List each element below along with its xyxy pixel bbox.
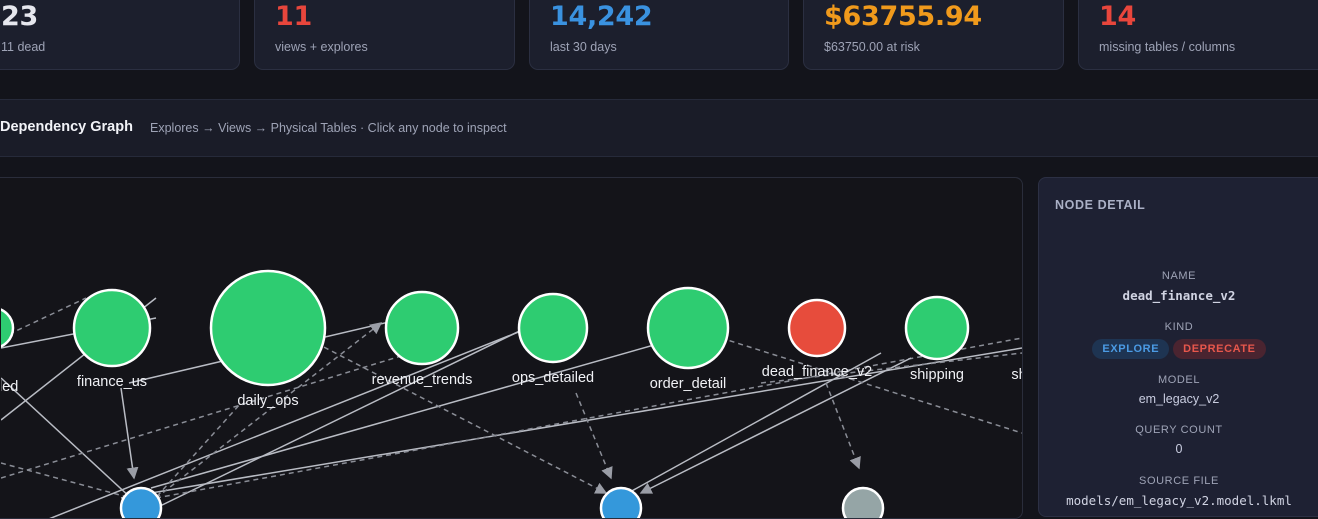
node-revenue-trends[interactable] [384, 290, 460, 366]
section-title: Dependency Graph [0, 119, 133, 135]
node-label: revenue_trends [372, 372, 473, 388]
node-partial-left[interactable] [1, 308, 15, 348]
field-source-file: SOURCE FILE models/em_legacy_v2.model.lk… [1039, 475, 1318, 508]
stat-value: 14 [1099, 1, 1136, 32]
field-value: models/em_legacy_v2.model.lkml [1066, 493, 1292, 508]
node-view-b[interactable] [599, 486, 643, 518]
graph-edge [155, 322, 537, 509]
field-value: dead_finance_v2 [1122, 288, 1236, 303]
kind-badges: EXPLORE DEPRECATE [1039, 339, 1318, 359]
stat-sub: last 30 days [550, 40, 617, 54]
field-value: em_legacy_v2 [1138, 392, 1220, 406]
field-label: SOURCE FILE [1139, 475, 1219, 487]
stat-value: $63755.94 [824, 1, 982, 32]
node-shipping[interactable] [904, 295, 970, 361]
node-label: finance_us [77, 374, 147, 390]
stat-value: 14,242 [550, 1, 653, 32]
stat-card-queries: 14,242 last 30 days [529, 0, 789, 70]
stat-card-broken: 14 missing tables / columns [1078, 0, 1318, 70]
stat-sub: views + explores [275, 40, 368, 54]
badge-deprecated: DEPRECATE [1173, 339, 1266, 359]
node-label: daily_ops [237, 393, 298, 409]
node-detail-panel: NODE DETAIL NAME dead_finance_v2 KIND EX… [1038, 177, 1318, 517]
graph-edges [1, 297, 1022, 518]
field-label: MODEL [1157, 374, 1201, 386]
field-value: 0 [1175, 442, 1183, 456]
graph-edge [720, 337, 1022, 434]
node-ops-detailed[interactable] [517, 292, 589, 364]
stat-sub: $63750.00 at risk [824, 40, 920, 54]
stat-value: 11 [275, 1, 312, 32]
node-finance-us[interactable] [72, 288, 152, 368]
field-kind: KIND EXPLORE DEPRECATE [1039, 321, 1318, 359]
node-dead-finance-v2[interactable] [787, 298, 847, 358]
node-label: iled [1, 379, 18, 395]
stat-card-dead: 11 views + explores [254, 0, 515, 70]
dependency-graph-header: Dependency Graph Explores → Views → Phys… [0, 99, 1318, 157]
panel-title: NODE DETAIL [1055, 198, 1146, 212]
field-model: MODEL em_legacy_v2 [1039, 374, 1318, 406]
stat-sub: 11 dead [1, 40, 46, 54]
node-table-a[interactable] [841, 486, 885, 518]
field-query-count: QUERY COUNT 0 [1039, 424, 1318, 456]
section-hint: Explores → Views → Physical Tables · Cli… [150, 121, 507, 135]
badge-explore: EXPLORE [1092, 339, 1170, 359]
node-daily-ops[interactable] [209, 269, 327, 387]
field-label: NAME [1161, 270, 1197, 282]
field-name: NAME dead_finance_v2 [1039, 270, 1318, 303]
stat-value: 23 [1, 1, 38, 32]
stat-card-cost: $63755.94 $63750.00 at risk [803, 0, 1064, 70]
graph-edge [315, 342, 608, 494]
node-label: shipping [910, 367, 964, 383]
graph-edge [120, 387, 139, 480]
node-label: order_detail [650, 376, 727, 392]
field-label: KIND [1164, 321, 1194, 333]
stat-card-total: 23 11 dead [0, 0, 240, 70]
node-label: dead_finance_v2 [762, 364, 872, 380]
stat-sub: missing tables / columns [1099, 40, 1236, 54]
graph-edge [825, 382, 861, 470]
graph-canvas[interactable]: iled finance_us daily_ops revenue_trends… [1, 178, 1022, 518]
node-view-a[interactable] [119, 486, 163, 518]
node-label: ops_detailed [512, 370, 594, 386]
field-label: QUERY COUNT [1135, 424, 1223, 436]
stats-row: 23 11 dead 11 views + explores 14,242 la… [0, 0, 1318, 84]
node-label: sh [1011, 367, 1022, 383]
dependency-graph[interactable]: iled finance_us daily_ops revenue_trends… [0, 177, 1023, 519]
graph-edge [575, 392, 613, 480]
graph-labels: iled finance_us daily_ops revenue_trends… [1, 364, 1022, 409]
node-order-detail[interactable] [646, 286, 730, 370]
